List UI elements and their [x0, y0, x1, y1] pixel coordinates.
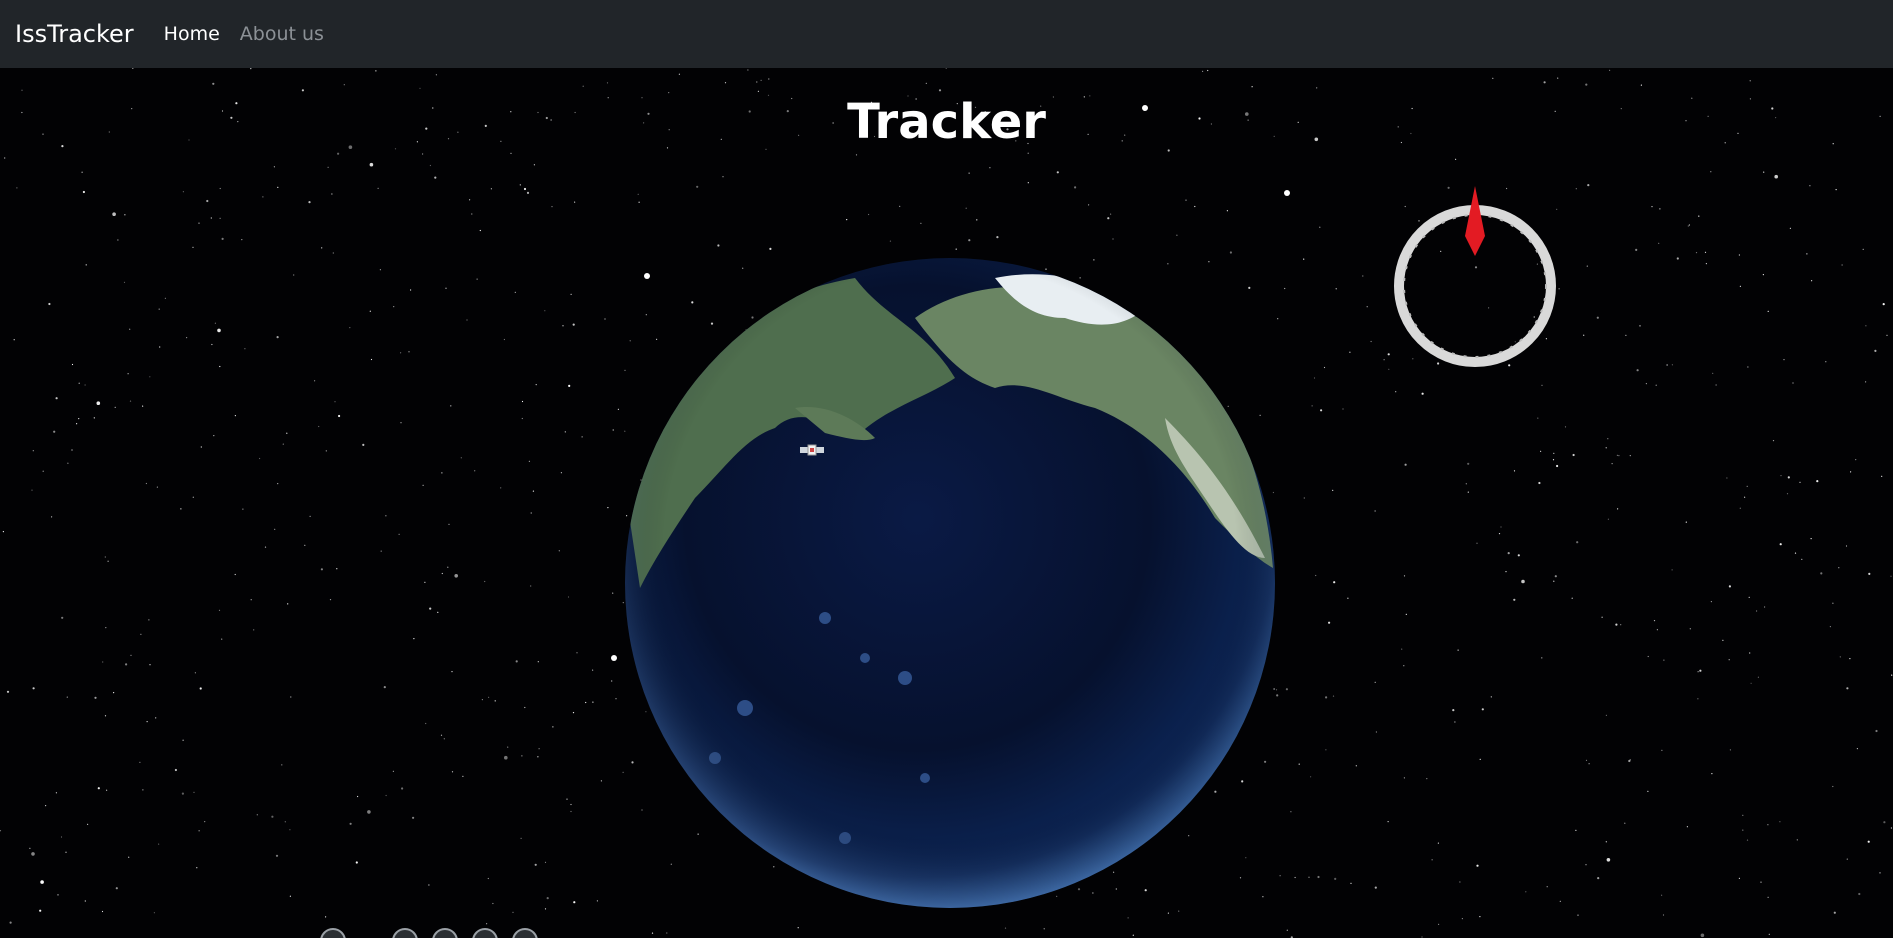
- compass-needle: [1465, 186, 1485, 256]
- iss-satellite-icon[interactable]: [800, 441, 824, 459]
- home-view-button[interactable]: [320, 928, 346, 938]
- viewer-toolbar: [320, 928, 560, 938]
- zoom-out-button[interactable]: [432, 928, 458, 938]
- atmosphere-glow: [625, 258, 1275, 908]
- compass-icon[interactable]: [1390, 186, 1560, 368]
- page-title: Tracker: [847, 94, 1046, 150]
- nav-link-about-us[interactable]: About us: [240, 23, 324, 45]
- earth-globe[interactable]: [625, 258, 1275, 908]
- brand-link[interactable]: IssTracker: [15, 20, 134, 48]
- globe-viewer[interactable]: Tracker: [0, 68, 1893, 938]
- nav-link-home[interactable]: Home: [164, 23, 220, 45]
- navbar: IssTracker Home About us: [0, 0, 1893, 68]
- fullscreen-button[interactable]: [472, 928, 498, 938]
- settings-button[interactable]: [512, 928, 538, 938]
- zoom-in-button[interactable]: [392, 928, 418, 938]
